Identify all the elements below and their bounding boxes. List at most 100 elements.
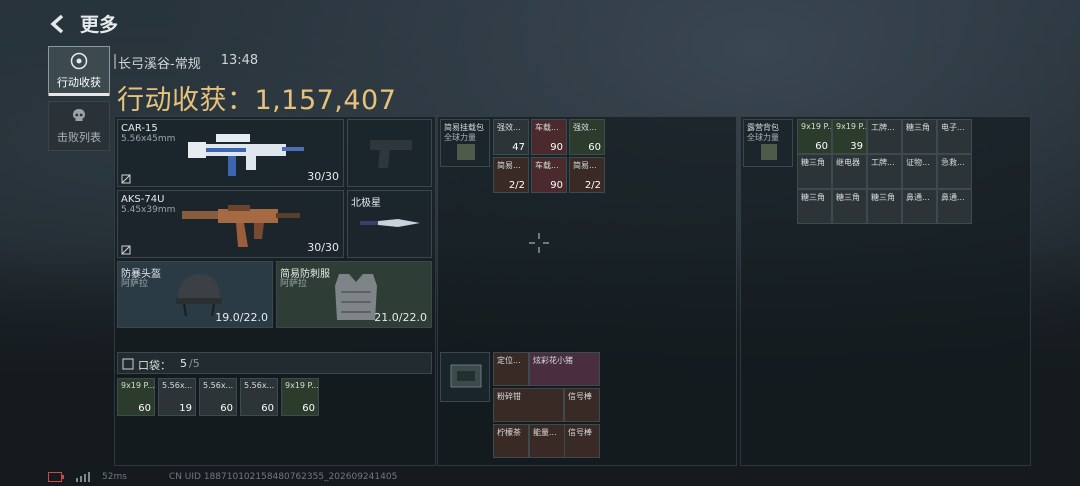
case-item[interactable]: 信号棒 <box>564 388 600 422</box>
pocket-item[interactable]: 9x19 P... 60 <box>117 378 155 416</box>
item-label: 定位... <box>497 356 521 365</box>
case-item[interactable]: 定位... <box>493 352 529 386</box>
weapon-slot-primary[interactable]: CAR-15 5.56x45mm 30/30 <box>117 119 344 187</box>
ping: 52ms <box>102 472 127 482</box>
status-bar: 52ms CN UID 188710102158480762355_202609… <box>48 472 397 482</box>
item-count: 60 <box>138 403 151 414</box>
item-count: 60 <box>261 403 274 414</box>
rig-item[interactable]: 强效... 60 <box>569 119 605 155</box>
pistol-slot-empty[interactable] <box>347 119 432 187</box>
bag-item[interactable]: 鼻通... <box>902 189 937 224</box>
pocket-item[interactable]: 5.56x... RKLP 19 <box>158 378 196 416</box>
item-label: 9x19 P... <box>801 122 831 131</box>
rig-item[interactable]: 简易... 2/2 <box>569 157 605 193</box>
melee-slot[interactable]: 北极星 <box>347 190 432 258</box>
bag-item[interactable]: 工牌... <box>867 154 902 189</box>
item-label: 糖三角 <box>906 123 930 132</box>
item-label: 信号棒 <box>568 428 592 437</box>
case-item[interactable]: 炫彩花小猪 <box>529 352 600 386</box>
bag-item[interactable]: 工牌... <box>867 119 902 154</box>
item-label: 9x19 P... <box>121 381 155 390</box>
rig-item[interactable]: 车载... 90 <box>531 119 567 155</box>
chest-rig-slot[interactable]: 简易挂载包 全球力量 <box>440 119 490 167</box>
item-count: 47 <box>512 142 525 153</box>
bag-item[interactable]: 鼻通... <box>937 189 972 224</box>
armor-slot[interactable]: 简易防刺服 阿萨拉 21.0/22.0 <box>276 261 432 328</box>
tab-kill-list-label: 击败列表 <box>57 131 101 144</box>
haul-label: 行动收获： <box>117 85 255 116</box>
bag-item[interactable]: 9x19 P... 39 <box>832 119 867 154</box>
backpack-grid: 9x19 P...60 9x19 P...39 工牌... 糖三角 电子... … <box>797 119 975 225</box>
armor-durability: 21.0/22.0 <box>374 311 427 324</box>
unlock-icon <box>121 245 131 255</box>
item-count: 60 <box>815 141 828 152</box>
item-label: 证物... <box>906 158 930 167</box>
item-label: 糖三角 <box>871 193 895 202</box>
weapon-slot-secondary[interactable]: AKS-74U 5.45x39mm 30/30 <box>117 190 344 258</box>
bag-item[interactable]: 9x19 P... 60 <box>797 119 832 154</box>
item-label: 继电器 <box>836 158 860 167</box>
item-count: 2/2 <box>508 180 525 191</box>
match-time: 13:48 <box>220 53 259 68</box>
item-label: 鼻通... <box>941 193 965 202</box>
backpack-slot[interactable]: 露营背包 全球力量 <box>743 119 793 167</box>
item-label: 5.56x... RKLP <box>203 381 236 390</box>
rig-item[interactable]: 车载... 90 <box>531 157 567 193</box>
back-arrow-icon[interactable] <box>48 14 68 34</box>
pocket-item[interactable]: 5.56x... RKLP 60 <box>240 378 278 416</box>
bag-item[interactable]: 证物... <box>902 154 937 189</box>
secure-case-slot[interactable] <box>440 352 490 402</box>
aks74u-rifle-icon <box>182 205 300 247</box>
item-label: 5.56x... RKLP <box>244 381 277 390</box>
weapon-name: AKS-74U <box>121 194 165 205</box>
item-label: 简易... <box>573 161 597 170</box>
armor-origin: 阿萨拉 <box>280 279 308 289</box>
weapon-caliber: 5.56x45mm <box>121 134 176 144</box>
knife-icon <box>360 219 420 227</box>
item-label: 信号棒 <box>568 392 592 401</box>
item-label: 鼻通... <box>906 193 930 202</box>
bag-item[interactable]: 糖三角 <box>867 189 902 224</box>
item-count: 2/2 <box>584 180 601 191</box>
case-item[interactable]: 能量... <box>529 424 565 458</box>
pocket-icon <box>122 358 134 370</box>
weapon-ammo: 30/30 <box>307 241 339 254</box>
rig-item[interactable]: 简易... 2/2 <box>493 157 529 193</box>
item-count: 60 <box>588 142 601 153</box>
case-icon <box>450 364 482 388</box>
signal-icon <box>76 472 90 482</box>
tab-kill-list[interactable]: 击败列表 <box>48 101 110 151</box>
bag-item[interactable]: 电子... <box>937 119 972 154</box>
helmet-slot[interactable]: 防暴头盔 阿萨拉 19.0/22.0 <box>117 261 273 328</box>
pocket-capacity: /5 <box>189 357 200 370</box>
item-count: 90 <box>550 142 563 153</box>
tab-haul[interactable]: 行动收获 <box>48 46 110 96</box>
pocket-item[interactable]: 9x19 P... 60 <box>281 378 319 416</box>
case-item[interactable]: 信号棒 <box>564 424 600 458</box>
item-label: 糖三角 <box>836 193 860 202</box>
bag-item[interactable]: 急救... <box>937 154 972 189</box>
rig-item[interactable]: 强效... 47 <box>493 119 529 155</box>
match-info: 长弓溪谷-常规 13:48 <box>113 53 259 72</box>
case-item[interactable]: 粉碎钳 <box>493 388 564 422</box>
item-label: 急救... <box>941 158 965 167</box>
pistol-silhouette-icon <box>370 140 412 168</box>
item-label: 强效... <box>497 123 521 132</box>
chest-rig-icon <box>457 144 475 160</box>
bag-item[interactable]: 糖三角 <box>832 189 867 224</box>
rig-grid: 强效... 47 车载... 90 强效... 60 简易... 2/2 车载... 90… <box>493 119 608 195</box>
battery-icon <box>48 472 64 482</box>
header: 更多 <box>48 10 118 37</box>
bag-item[interactable]: 继电器 <box>832 154 867 189</box>
tab-haul-label: 行动收获 <box>57 76 101 89</box>
bag-item[interactable]: 糖三角 <box>797 189 832 224</box>
bag-item[interactable]: 糖三角 <box>797 154 832 189</box>
pocket-item[interactable]: 5.56x... RKLP 60 <box>199 378 237 416</box>
case-item[interactable]: 柠檬茶 <box>493 424 529 458</box>
item-count: 39 <box>850 141 863 152</box>
bag-item[interactable]: 糖三角 <box>902 119 937 154</box>
item-label: 9x19 P... <box>836 122 866 131</box>
item-count: 60 <box>220 403 233 414</box>
item-label: 柠檬茶 <box>497 428 521 437</box>
item-label: 炫彩花小猪 <box>533 356 573 365</box>
